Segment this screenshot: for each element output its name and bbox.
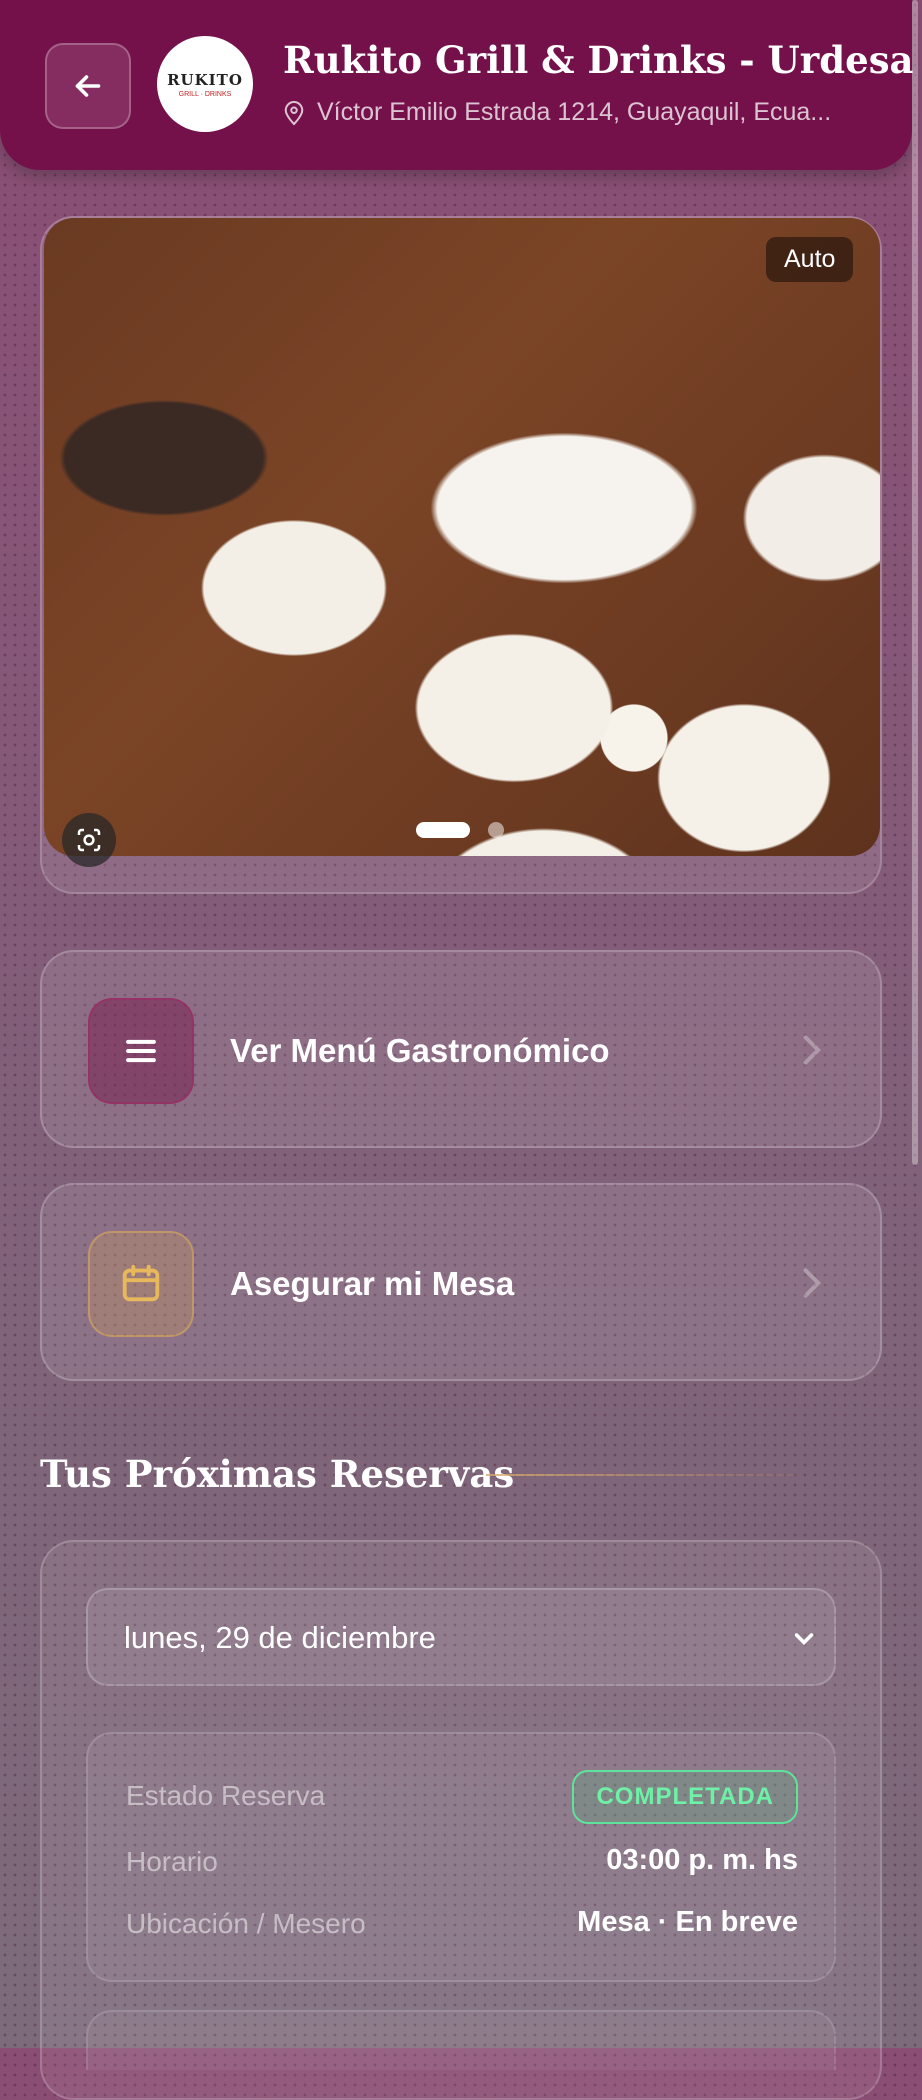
arrow-left-icon — [75, 75, 101, 97]
carousel-dot-active[interactable] — [416, 822, 470, 838]
logo-text: RUKITO — [167, 70, 243, 89]
date-select[interactable]: lunes, 29 de diciembre — [86, 1588, 836, 1686]
restaurant-logo: RUKITO GRILL · DRINKS — [157, 36, 253, 132]
location-value: Mesa · En breve — [577, 1906, 798, 1938]
menu-icon — [126, 1039, 156, 1063]
logo-subtext: GRILL · DRINKS — [178, 90, 232, 98]
view-menu-button[interactable]: Ver Menú Gastronómico — [40, 950, 882, 1148]
reservation-details: Estado Reserva COMPLETADA Horario 03:00 … — [86, 1732, 836, 1982]
hero-food-image[interactable] — [44, 218, 880, 856]
chevron-right-icon — [803, 1035, 822, 1065]
reservations-section-title: Tus Próximas Reservas — [40, 1452, 515, 1496]
calendar-icon — [122, 1264, 160, 1302]
time-label: Horario — [126, 1846, 218, 1877]
camera-scan-icon — [77, 828, 101, 852]
section-divider — [486, 1474, 796, 1476]
address-text: Víctor Emilio Estrada 1214, Guayaquil, E… — [317, 98, 832, 126]
header-bar: RUKITO GRILL · DRINKS Rukito Grill & Dri… — [0, 0, 914, 170]
status-badge: COMPLETADA — [572, 1770, 798, 1824]
calendar-icon-box — [88, 1231, 194, 1337]
location-pin-icon — [284, 100, 304, 125]
chevron-right-icon — [803, 1268, 822, 1298]
selected-date: lunes, 29 de diciembre — [124, 1620, 436, 1655]
chevron-down-icon — [794, 1633, 814, 1646]
page-title: Rukito Grill & Drinks - Urdesa — [283, 38, 914, 82]
scrollbar[interactable] — [912, 0, 918, 1165]
menu-icon-box — [88, 998, 194, 1104]
next-reservation-item[interactable] — [86, 2010, 836, 2070]
time-value: 03:00 p. m. hs — [606, 1844, 798, 1876]
reserve-table-label: Asegurar mi Mesa — [230, 1265, 515, 1302]
location-label: Ubicación / Mesero — [126, 1908, 366, 1939]
restaurant-address: Víctor Emilio Estrada 1214, Guayaquil, E… — [283, 98, 873, 127]
status-label: Estado Reserva — [126, 1780, 326, 1811]
reserve-table-button[interactable]: Asegurar mi Mesa — [40, 1183, 882, 1381]
view-menu-label: Ver Menú Gastronómico — [230, 1032, 610, 1069]
carousel-dot[interactable] — [488, 822, 504, 838]
back-button[interactable] — [45, 43, 131, 129]
autoplay-badge: Auto — [766, 237, 854, 282]
image-scan-button[interactable] — [62, 813, 116, 867]
